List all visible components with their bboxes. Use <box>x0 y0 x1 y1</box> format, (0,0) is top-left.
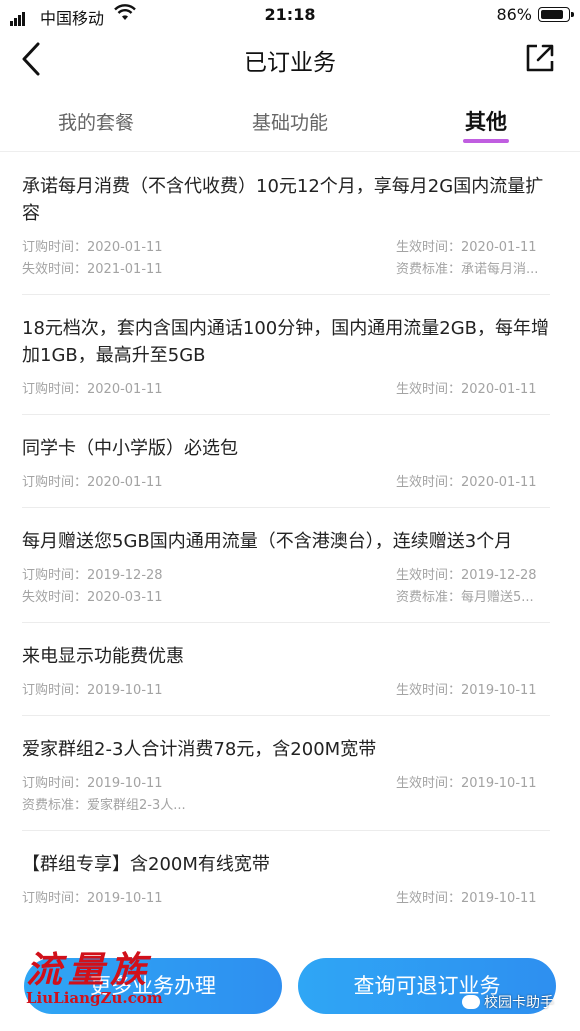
effective-date: 2019-10-11 <box>461 776 537 791</box>
order-label: 订购时间： <box>22 240 88 255</box>
order-date: 2019-10-11 <box>87 683 163 698</box>
tariff-value: 承诺每月消... <box>461 262 539 277</box>
order-label: 订购时间： <box>22 891 88 906</box>
effective-date: 2020-01-11 <box>461 382 537 397</box>
service-name: 每月赠送您5GB国内通用流量（不含港澳台），连续赠送3个月 <box>22 531 513 552</box>
order-label: 订购时间： <box>22 683 88 698</box>
expire-date: 2021-01-11 <box>87 262 163 277</box>
service-name: 【群组专享】含200M有线宽带 <box>22 854 270 875</box>
effective-label: 生效时间： <box>396 776 462 791</box>
order-date: 2019-12-28 <box>87 568 163 583</box>
expire-label: 失效时间： <box>22 262 88 277</box>
order-date: 2020-01-11 <box>87 240 163 255</box>
effective-label: 生效时间： <box>396 382 462 397</box>
list-item[interactable]: 爱家群组2-3人合计消费78元，含200M宽带 订购时间：2019-10-11 … <box>22 716 550 831</box>
effective-date: 2019-10-11 <box>461 891 537 906</box>
effective-date: 2019-10-11 <box>461 683 537 698</box>
tariff-label: 资费标准： <box>396 590 462 605</box>
battery-icon <box>538 7 574 22</box>
share-external-icon[interactable] <box>524 42 556 74</box>
effective-label: 生效时间： <box>396 683 462 698</box>
order-label: 订购时间： <box>22 382 88 397</box>
battery-percent: 86% <box>496 5 532 24</box>
list-item[interactable]: 来电显示功能费优惠 订购时间：2019-10-11 生效时间：2019-10-1… <box>22 623 550 716</box>
order-date: 2019-10-11 <box>87 776 163 791</box>
watermark-logo: 流量族 LiuLiangZu.com <box>26 941 196 1011</box>
order-label: 订购时间： <box>22 568 88 583</box>
service-name: 18元档次，套内含国内通话100分钟，国内通用流量2GB，每年增加1GB，最高升… <box>22 318 550 366</box>
effective-date: 2020-01-11 <box>461 240 537 255</box>
clock: 21:18 <box>264 5 316 24</box>
tab-my-plan[interactable]: 我的套餐 <box>16 108 176 135</box>
tariff-value: 每月赠送5... <box>461 590 534 605</box>
service-name: 爱家群组2-3人合计消费78元，含200M宽带 <box>22 739 377 760</box>
watermark-wechat-text: 校园卡助手 <box>484 995 554 1011</box>
tab-other[interactable]: 其他 <box>406 106 566 136</box>
expire-label: 失效时间： <box>22 590 88 605</box>
nav-bar: 已订业务 <box>0 30 580 88</box>
status-bar: 中国移动 21:18 86% <box>0 0 580 30</box>
tariff-label: 资费标准： <box>396 262 462 277</box>
service-name: 承诺每月消费（不含代收费）10元12个月，享每月2G国内流量扩容 <box>22 176 544 224</box>
list-item[interactable]: 18元档次，套内含国内通话100分钟，国内通用流量2GB，每年增加1GB，最高升… <box>22 295 550 415</box>
watermark-wechat: 校园卡助手 <box>462 992 554 1012</box>
tariff-value: 爱家群组2-3人... <box>87 798 186 813</box>
wechat-icon <box>462 995 480 1009</box>
effective-date: 2020-01-11 <box>461 475 537 490</box>
watermark-logo-en: LiuLiangZu.com <box>26 989 163 1007</box>
expire-date: 2020-03-11 <box>87 590 163 605</box>
service-name: 同学卡（中小学版）必选包 <box>22 438 238 459</box>
list-item[interactable]: 每月赠送您5GB国内通用流量（不含港澳台），连续赠送3个月 订购时间：2019-… <box>22 508 550 623</box>
service-list: 承诺每月消费（不含代收费）10元12个月，享每月2G国内流量扩容 订购时间：20… <box>0 153 580 906</box>
effective-label: 生效时间： <box>396 891 462 906</box>
tariff-label: 资费标准： <box>22 798 88 813</box>
order-date: 2020-01-11 <box>87 382 163 397</box>
tab-basic-functions[interactable]: 基础功能 <box>210 108 370 135</box>
active-tab-indicator <box>463 139 509 143</box>
effective-date: 2019-12-28 <box>461 568 537 583</box>
order-date: 2019-10-11 <box>87 891 163 906</box>
page-title: 已订业务 <box>244 50 336 76</box>
order-label: 订购时间： <box>22 475 88 490</box>
list-item[interactable]: 【群组专享】含200M有线宽带 订购时间：2019-10-11 生效时间：201… <box>22 831 550 906</box>
effective-label: 生效时间： <box>396 240 462 255</box>
effective-label: 生效时间： <box>396 475 462 490</box>
order-date: 2020-01-11 <box>87 475 163 490</box>
list-item[interactable]: 同学卡（中小学版）必选包 订购时间：2020-01-11 生效时间：2020-0… <box>22 415 550 508</box>
service-name: 来电显示功能费优惠 <box>22 646 184 667</box>
tab-bar: 我的套餐 基础功能 其他 <box>0 92 580 152</box>
watermark-logo-cn: 流量族 <box>26 949 153 991</box>
list-item[interactable]: 承诺每月消费（不含代收费）10元12个月，享每月2G国内流量扩容 订购时间：20… <box>22 153 550 295</box>
effective-label: 生效时间： <box>396 568 462 583</box>
order-label: 订购时间： <box>22 776 88 791</box>
